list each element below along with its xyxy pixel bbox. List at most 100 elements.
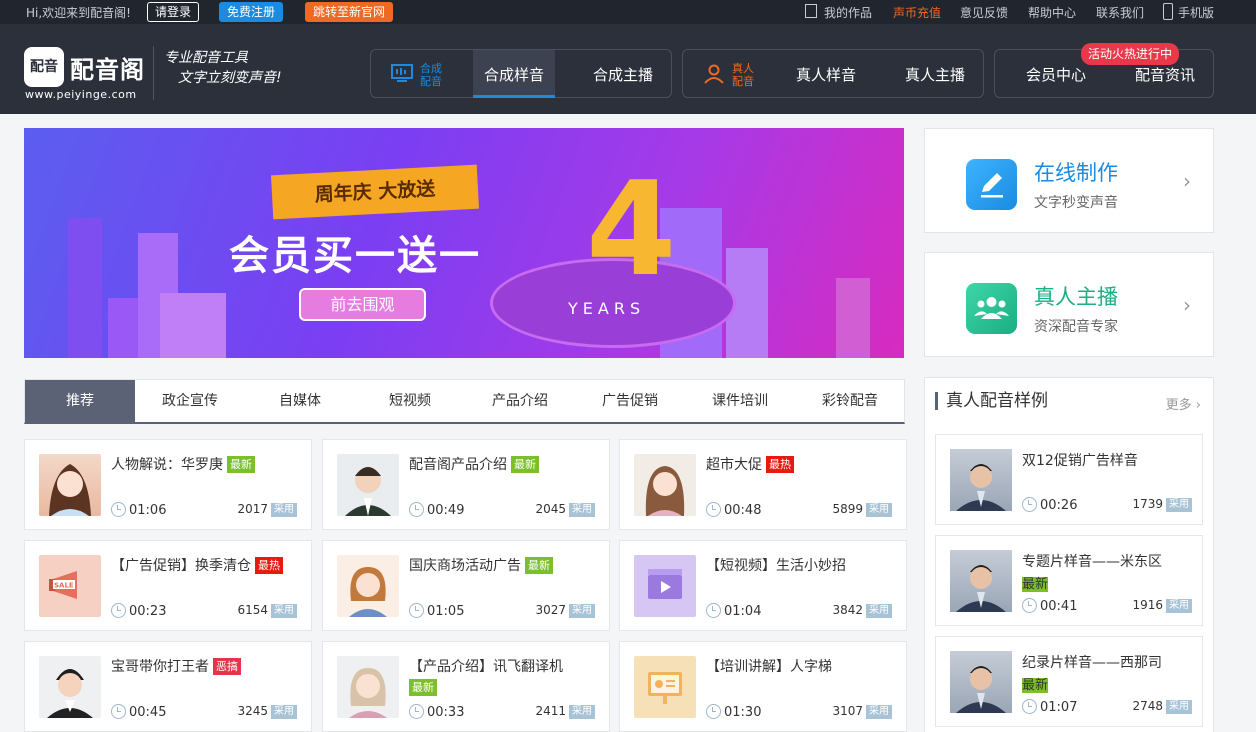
use-badge: 采用 <box>1166 599 1192 613</box>
avatar <box>337 555 399 617</box>
card-usage-count: 3842 采用 <box>832 603 892 618</box>
use-badge: 采用 <box>271 604 297 618</box>
clock-icon <box>706 502 721 517</box>
sample-card[interactable]: 超市大促 最热 00:48 5899 采用 <box>619 439 907 530</box>
card-title: 配音阁产品介绍 最新 <box>409 454 539 474</box>
clock-icon <box>706 603 721 618</box>
tab-short-video[interactable]: 短视频 <box>355 380 465 423</box>
sample-card[interactable]: 人物解说：华罗庚 最新 01:06 2017 采用 <box>24 439 312 530</box>
human-sample-card[interactable]: 双12促销广告样音 00:26 1739 采用 <box>935 434 1203 525</box>
clock-icon <box>111 603 126 618</box>
logo-icon[interactable]: 配音 <box>24 47 64 87</box>
sample-card[interactable]: 配音阁产品介绍 最新 00:49 2045 采用 <box>322 439 610 530</box>
tab-ringtone[interactable]: 彩铃配音 <box>795 380 905 423</box>
nav-synthetic-hosts[interactable]: 合成主播 <box>593 64 653 85</box>
human-sample-card[interactable]: 纪录片样音——西那司 最新 01:07 2748 采用 <box>935 636 1203 727</box>
clock-icon <box>706 704 721 719</box>
nav-group-human-label: 真人配音 <box>732 62 754 88</box>
new-badge: 最新 <box>1022 577 1049 592</box>
card-title: 超市大促 最热 <box>706 454 794 474</box>
use-badge: 采用 <box>569 604 595 618</box>
tab-government[interactable]: 政企宣传 <box>135 380 245 423</box>
top-bar: Hi,欢迎来到配音阁! 请登录 免费注册 跳转至新官网 我的作品 声币充值 意见… <box>0 0 1256 24</box>
card-usage-count: 6154 采用 <box>237 603 297 618</box>
help-center-link[interactable]: 帮助中心 <box>1028 4 1076 21</box>
register-button[interactable]: 免费注册 <box>219 2 284 22</box>
clock-icon <box>1022 699 1037 714</box>
card-title: 【产品介绍】讯飞翻译机 <box>409 659 563 675</box>
new-badge: 最新 <box>525 557 553 574</box>
clock-icon <box>409 502 424 517</box>
online-production-card[interactable]: 在线制作 文字秒变声音 › <box>924 128 1214 233</box>
card-title: 纪录片样音——西那司 <box>1022 655 1162 671</box>
card-title: 专题片样音——米东区 <box>1022 554 1162 570</box>
card-duration: 01:06 <box>111 502 166 518</box>
nav-human-samples[interactable]: 真人样音 <box>796 64 856 85</box>
sample-card[interactable]: 【培训讲解】人字梯 01:30 3107 采用 <box>619 641 907 732</box>
card-usage-count: 1916 采用 <box>1132 598 1192 613</box>
greeting-text: Hi,欢迎来到配音阁! <box>26 6 131 20</box>
card-duration: 00:33 <box>409 704 464 720</box>
avatar <box>39 454 101 516</box>
recharge-link[interactable]: 声币充值 <box>893 4 941 21</box>
logo-url: www.peiyinge.com <box>25 88 137 101</box>
promo-banner[interactable]: 周年庆 大放送 会员买一送一 前去围观 4 YEARS <box>24 128 904 358</box>
card-duration: 00:45 <box>111 704 166 720</box>
tab-product-intro[interactable]: 产品介绍 <box>465 380 575 423</box>
banner-building <box>836 278 870 358</box>
avatar <box>39 656 101 718</box>
use-badge: 采用 <box>866 705 892 719</box>
nav-human-hosts[interactable]: 真人主播 <box>905 64 965 85</box>
tab-recommended[interactable]: 推荐 <box>25 380 135 423</box>
hot-activity-badge: 活动火热进行中 <box>1081 43 1180 65</box>
card-duration: 00:48 <box>706 502 761 518</box>
nav-member-center[interactable]: 会员中心 <box>1026 64 1086 85</box>
new-badge: 最新 <box>1022 678 1049 693</box>
main-header: 配音 配音阁 www.peiyinge.com 专业配音工具 文字立刻变声音! … <box>0 24 1256 114</box>
new-badge: 最新 <box>409 679 437 696</box>
logo-name[interactable]: 配音阁 <box>70 50 145 85</box>
card-title: 双12促销广告样音 <box>1022 453 1138 469</box>
contact-us-link[interactable]: 联系我们 <box>1096 4 1144 21</box>
avatar <box>634 454 696 516</box>
pencil-icon <box>966 159 1017 210</box>
sample-card[interactable]: 【产品介绍】讯飞翻译机 最新 00:33 2411 采用 <box>322 641 610 732</box>
nav-group-synthetic: 合成配音 合成样音 合成主播 <box>370 49 672 98</box>
avatar <box>337 656 399 718</box>
online-production-title: 在线制作 <box>1034 161 1118 185</box>
sample-card[interactable]: 宝哥带你打王者 恶搞 00:45 3245 采用 <box>24 641 312 732</box>
banner-cta-button[interactable]: 前去围观 <box>299 288 426 321</box>
nav-dubbing-news[interactable]: 配音资讯 <box>1135 64 1195 85</box>
login-button[interactable]: 请登录 <box>147 2 200 22</box>
card-usage-count: 2411 采用 <box>535 704 595 719</box>
tab-ad-promotion[interactable]: 广告促销 <box>575 380 685 423</box>
sample-card[interactable]: SALE 【广告促销】换季清仓 最热 00:23 6154 采用 <box>24 540 312 631</box>
card-duration: 00:49 <box>409 502 464 518</box>
more-link[interactable]: 更多 › <box>1166 394 1201 413</box>
card-tag-row: 最新 <box>409 679 437 696</box>
card-tag-row: 最新 <box>1022 674 1049 693</box>
jump-new-site-button[interactable]: 跳转至新官网 <box>305 2 394 22</box>
card-title: 【培训讲解】人字梯 <box>706 659 832 675</box>
avatar <box>950 449 1012 511</box>
tab-courseware[interactable]: 课件培训 <box>685 380 795 423</box>
card-usage-count: 3245 采用 <box>237 704 297 719</box>
sample-card[interactable]: 国庆商场活动广告 最新 01:05 3027 采用 <box>322 540 610 631</box>
human-sample-card[interactable]: 专题片样音——米东区 最新 00:41 1916 采用 <box>935 535 1203 626</box>
mobile-version-link[interactable]: 手机版 <box>1178 4 1214 21</box>
card-tag-row: 最新 <box>1022 573 1049 592</box>
nav-synthetic-samples[interactable]: 合成样音 <box>484 64 544 85</box>
tab-self-media[interactable]: 自媒体 <box>245 380 355 423</box>
feedback-link[interactable]: 意见反馈 <box>960 4 1008 21</box>
panel-heading: 真人配音样例 <box>935 392 1048 410</box>
card-duration: 00:41 <box>1022 598 1077 614</box>
my-works-link[interactable]: 我的作品 <box>824 4 872 21</box>
slogan: 专业配音工具 文字立刻变声音! <box>164 48 282 88</box>
use-badge: 采用 <box>1166 700 1192 714</box>
card-usage-count: 2045 采用 <box>535 502 595 517</box>
sample-card[interactable]: 【短视频】生活小妙招 01:04 3842 采用 <box>619 540 907 631</box>
human-host-card[interactable]: 真人主播 资深配音专家 › <box>924 252 1214 357</box>
slogan-line-1: 专业配音工具 <box>164 50 248 66</box>
card-duration: 01:30 <box>706 704 761 720</box>
new-badge: 最新 <box>511 456 539 473</box>
